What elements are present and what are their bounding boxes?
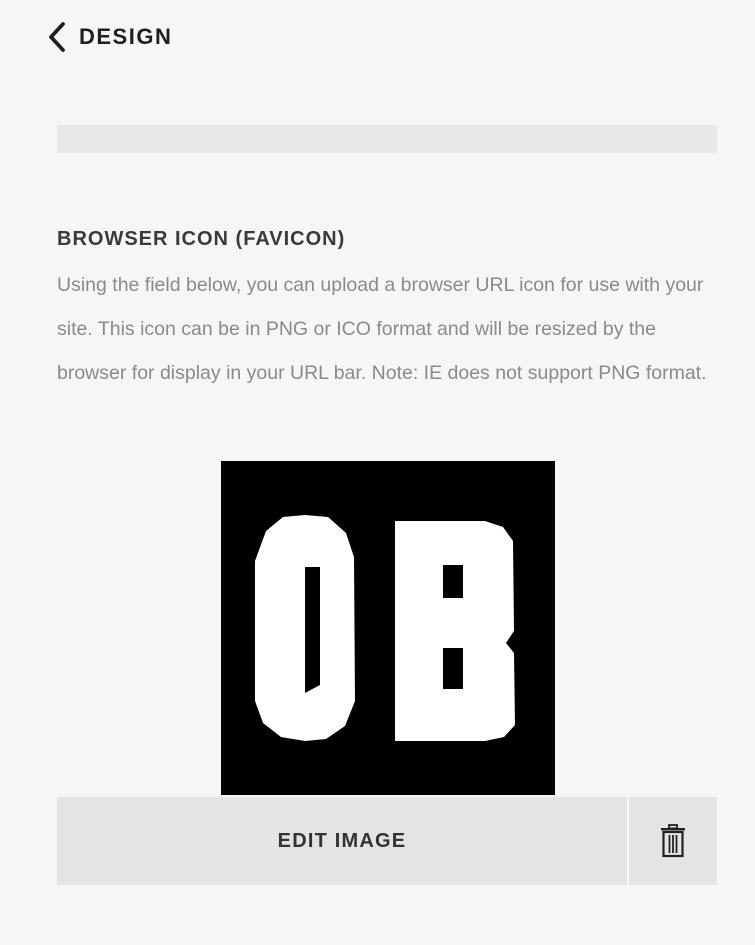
trash-icon [661,824,685,858]
section-description: Using the field below, you can upload a … [57,274,707,384]
back-to-design-link[interactable]: DESIGN [44,20,172,54]
delete-image-button[interactable] [629,797,717,885]
chevron-left-icon [49,22,65,52]
edit-image-button[interactable]: EDIT IMAGE [57,797,627,885]
favicon-ob-logo [255,515,515,741]
section-heading: BROWSER ICON (FAVICON) [57,228,346,250]
back-link-label: DESIGN [79,24,173,49]
previous-field-bar [57,125,717,153]
favicon-preview-image [221,461,555,795]
